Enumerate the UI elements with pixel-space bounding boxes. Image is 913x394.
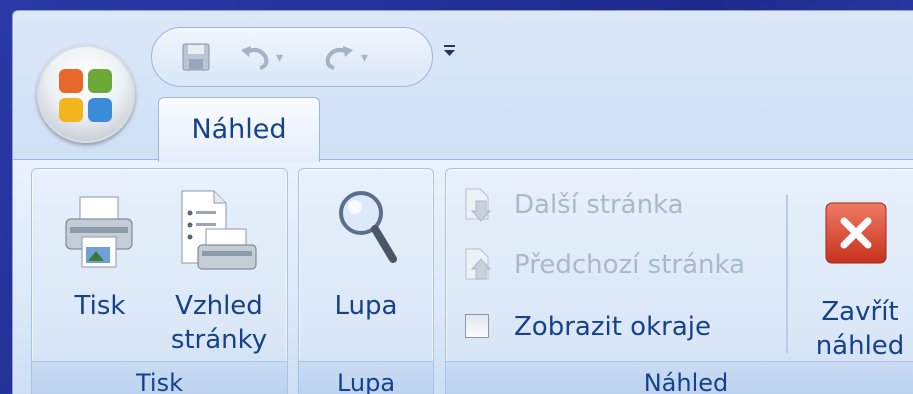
page-setup-button[interactable]: Vzhled stránky — [160, 185, 278, 355]
next-page-label: Další stránka — [514, 190, 684, 220]
print-button[interactable]: Tisk — [50, 185, 150, 345]
undo-dropdown-icon[interactable]: ▾ — [276, 50, 283, 66]
next-page-button[interactable]: Další stránka — [462, 183, 762, 227]
office-button[interactable] — [37, 45, 135, 143]
redo-icon[interactable] — [322, 42, 356, 72]
group-tisk-label: Tisk — [32, 361, 287, 394]
close-icon — [825, 202, 887, 264]
app-window: ▾ ▾ Náhled Tisk Vzhled stránky Tisk Lupa… — [12, 10, 913, 394]
tab-nahled-label: Náhled — [191, 114, 287, 145]
print-label: Tisk — [74, 291, 126, 321]
printer-icon — [65, 196, 133, 268]
quick-access-toolbar: ▾ ▾ — [151, 27, 433, 87]
previous-page-icon — [465, 248, 492, 280]
group-nahled-label: Náhled — [446, 361, 913, 394]
ribbon-panel: Tisk Vzhled stránky Tisk Lupa Lupa Další… — [13, 159, 913, 394]
save-icon[interactable] — [180, 42, 212, 72]
redo-dropdown-icon[interactable]: ▾ — [361, 50, 368, 66]
zoom-button[interactable]: Lupa — [311, 181, 421, 351]
magnifier-icon — [339, 191, 397, 263]
previous-page-label: Předchozí stránka — [514, 250, 746, 280]
show-margins-checkbox[interactable]: Zobrazit okraje — [462, 305, 762, 349]
close-preview-label-1: Zavřít — [821, 297, 899, 327]
checkbox-box — [465, 314, 489, 338]
group-lupa: Lupa Lupa — [298, 168, 434, 394]
close-preview-label-2: náhled — [815, 331, 905, 361]
tab-nahled[interactable]: Náhled — [158, 97, 320, 162]
previous-page-button[interactable]: Předchozí stránka — [462, 243, 782, 287]
zoom-label: Lupa — [334, 291, 398, 321]
undo-icon[interactable] — [238, 42, 272, 72]
page-setup-label-2: stránky — [170, 325, 268, 355]
office-logo-icon — [59, 69, 113, 123]
next-page-icon — [465, 188, 492, 222]
customize-qat-icon[interactable] — [443, 43, 457, 59]
show-margins-label: Zobrazit okraje — [514, 312, 711, 342]
page-setup-label-1: Vzhled — [175, 291, 263, 321]
group-nahled: Další stránka Předchozí stránka Zobrazit… — [445, 168, 913, 394]
page-setup-icon — [181, 190, 257, 270]
group-separator — [786, 195, 788, 353]
group-tisk: Tisk Vzhled stránky Tisk — [31, 168, 288, 394]
group-lupa-label: Lupa — [299, 361, 433, 394]
close-preview-button[interactable]: Zavřít náhled — [800, 183, 913, 361]
